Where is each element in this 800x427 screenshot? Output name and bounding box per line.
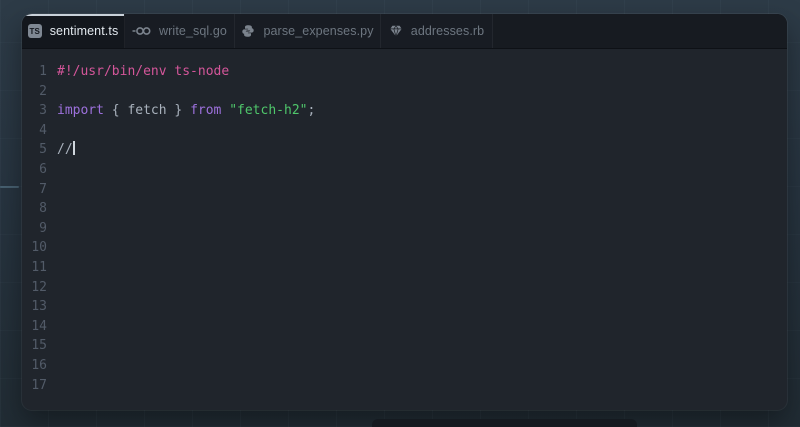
python-icon	[241, 24, 255, 38]
line-number: 2	[28, 82, 47, 102]
code-token-plain: { fetch }	[104, 103, 190, 118]
code-line[interactable]: 6	[28, 160, 787, 180]
tab-label: sentiment.ts	[50, 24, 119, 38]
code-token-string: "fetch-h2"	[229, 103, 307, 118]
line-number: 16	[28, 356, 47, 376]
tab-write-sql-go[interactable]: write_sql.go	[125, 14, 235, 48]
line-number: 1	[28, 62, 47, 82]
code-line[interactable]: 3 import { fetch } from "fetch-h2";	[28, 101, 787, 121]
code-text: import { fetch } from "fetch-h2";	[57, 101, 315, 121]
tab-label: addresses.rb	[411, 24, 484, 38]
code-editor-area[interactable]: 1 #!/usr/bin/env ts-node 23 import { fetch …	[22, 49, 787, 409]
line-number: 15	[28, 336, 47, 356]
line-number: 3	[28, 101, 47, 121]
code-line[interactable]: 5 //	[28, 140, 787, 160]
code-token-shebang: #!/usr/bin/env ts-node	[57, 64, 229, 79]
tab-bar-empty-space	[493, 14, 787, 48]
line-number: 7	[28, 180, 47, 200]
code-line[interactable]: 10	[28, 238, 787, 258]
line-number: 13	[28, 297, 47, 317]
text-cursor	[73, 141, 75, 155]
next-panel-peek	[372, 419, 637, 427]
code-line[interactable]: 9	[28, 219, 787, 239]
code-lines: 1 #!/usr/bin/env ts-node 23 import { fetch …	[28, 62, 787, 395]
tab-sentiment-ts[interactable]: TS sentiment.ts	[22, 14, 125, 48]
line-number: 5	[28, 140, 47, 160]
tab-bar: TS sentiment.ts write_sql.go parse_expen…	[22, 14, 787, 49]
tab-parse-expenses-py[interactable]: parse_expenses.py	[235, 14, 381, 48]
code-line[interactable]: 4	[28, 121, 787, 141]
code-editor-window: TS sentiment.ts write_sql.go parse_expen…	[22, 14, 787, 410]
code-token-comment: //	[57, 142, 73, 157]
code-token-keyword: import	[57, 103, 104, 118]
code-text: //	[57, 140, 75, 160]
code-line[interactable]: 15	[28, 336, 787, 356]
ruby-icon	[389, 24, 403, 38]
tab-label: write_sql.go	[159, 24, 227, 38]
line-number: 8	[28, 199, 47, 219]
line-number: 12	[28, 278, 47, 298]
line-number: 9	[28, 219, 47, 239]
code-line[interactable]: 2	[28, 82, 787, 102]
code-token-plain: ;	[307, 103, 315, 118]
code-line[interactable]: 17	[28, 376, 787, 396]
line-number: 10	[28, 238, 47, 258]
code-line[interactable]: 16	[28, 356, 787, 376]
code-line[interactable]: 13	[28, 297, 787, 317]
line-number: 6	[28, 160, 47, 180]
code-line[interactable]: 8	[28, 199, 787, 219]
line-number: 11	[28, 258, 47, 278]
line-number: 14	[28, 317, 47, 337]
code-token-keyword: from	[190, 103, 221, 118]
code-line[interactable]: 14	[28, 317, 787, 337]
line-number: 4	[28, 121, 47, 141]
tab-label: parse_expenses.py	[263, 24, 373, 38]
go-icon	[132, 26, 151, 36]
code-line[interactable]: 1 #!/usr/bin/env ts-node	[28, 62, 787, 82]
code-line[interactable]: 12	[28, 278, 787, 298]
line-number: 17	[28, 376, 47, 396]
code-line[interactable]: 11	[28, 258, 787, 278]
code-text: #!/usr/bin/env ts-node	[57, 62, 229, 82]
code-line[interactable]: 7	[28, 180, 787, 200]
background-dash-decor	[0, 186, 19, 188]
tab-addresses-rb[interactable]: addresses.rb	[381, 14, 493, 48]
typescript-icon: TS	[28, 24, 42, 38]
